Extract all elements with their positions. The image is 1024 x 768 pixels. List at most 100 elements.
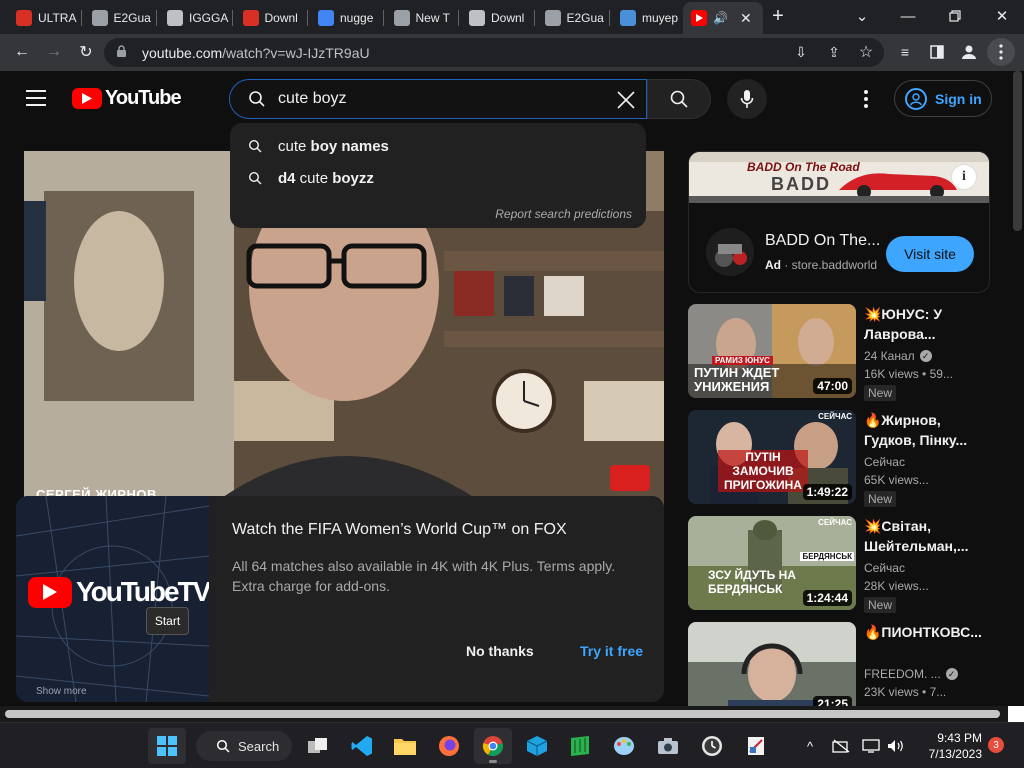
try-it-free-button[interactable]: Try it free bbox=[580, 643, 643, 659]
info-icon[interactable]: i bbox=[951, 164, 977, 190]
channel-name[interactable]: Сейчас bbox=[864, 561, 905, 575]
app-cube-icon[interactable] bbox=[518, 728, 556, 764]
browser-tab[interactable]: Downl bbox=[461, 4, 531, 32]
firefox-icon[interactable] bbox=[430, 728, 468, 764]
media-controls-icon[interactable]: ≡ bbox=[891, 38, 919, 66]
ad-subtitle: Ad · store.baddworld bbox=[765, 258, 877, 272]
share-icon[interactable]: ⇪ bbox=[820, 38, 848, 66]
tab-close-icon[interactable]: ✕ bbox=[740, 10, 752, 27]
clear-search-icon[interactable] bbox=[612, 86, 640, 114]
horizontal-scrollbar[interactable] bbox=[0, 706, 1024, 722]
paint-icon[interactable] bbox=[605, 728, 643, 764]
browser-tab[interactable]: ULTRA bbox=[8, 4, 78, 32]
browser-tab[interactable]: IGGGA bbox=[159, 4, 229, 32]
side-panel-icon[interactable] bbox=[923, 38, 951, 66]
search-box[interactable] bbox=[229, 79, 647, 119]
browser-tab[interactable]: Downl bbox=[235, 4, 305, 32]
settings-more-icon[interactable] bbox=[856, 87, 876, 111]
video-thumbnail[interactable]: РАМИЗ ЮНУС ПУТИН ЖДЕТ УНИЖЕНИЯ 47:00 bbox=[688, 304, 856, 398]
youtube-logo[interactable]: YouTube bbox=[72, 87, 182, 110]
youtube-play-icon bbox=[72, 88, 102, 109]
back-button[interactable]: ← bbox=[8, 38, 36, 66]
video-title[interactable]: 🔥Жирнов, Гудков, Пінку... bbox=[864, 410, 990, 450]
browser-tab-label: Downl bbox=[264, 11, 298, 25]
minimize-button[interactable]: — bbox=[888, 4, 928, 28]
recommendation-item[interactable]: СЕЙЧАС ПУТІН ЗАМОЧИВ ПРИГОЖИНА 1:49:22 🔥… bbox=[688, 410, 1008, 507]
sign-in-button[interactable]: Sign in bbox=[894, 80, 992, 117]
browser-tab[interactable]: muyep bbox=[612, 4, 682, 32]
ad-card[interactable]: BADD On The Road BADD i BADD On The... A… bbox=[688, 151, 990, 293]
search-button[interactable] bbox=[647, 79, 711, 119]
account-icon bbox=[905, 87, 927, 110]
visit-site-button[interactable]: Visit site bbox=[886, 236, 974, 272]
page-scrollbar[interactable] bbox=[1013, 71, 1022, 231]
screenshot-tool-icon[interactable] bbox=[737, 728, 775, 764]
maximize-button[interactable] bbox=[935, 4, 975, 28]
no-thanks-button[interactable]: No thanks bbox=[466, 643, 534, 659]
search-suggestions: cute boy names d4 cute boyzz Report sear… bbox=[230, 123, 646, 228]
video-duration: 47:00 bbox=[813, 378, 852, 394]
taskbar-search[interactable]: Search bbox=[196, 731, 292, 761]
camera-icon[interactable] bbox=[649, 728, 687, 764]
bookmark-star-icon[interactable]: ☆ bbox=[852, 38, 880, 66]
tab-search-icon[interactable]: ⌄ bbox=[842, 4, 882, 28]
m-tab-icon bbox=[242, 10, 259, 26]
report-search-predictions-link[interactable]: Report search predictions bbox=[495, 207, 632, 221]
browser-tab[interactable]: E2Gua bbox=[84, 4, 154, 32]
hamburger-menu-icon[interactable] bbox=[26, 90, 46, 106]
browser-menu-icon[interactable] bbox=[987, 38, 1015, 66]
address-bar[interactable]: youtube.com/watch?v=wJ-IJzTR9aU bbox=[104, 38, 884, 67]
vscode-icon[interactable] bbox=[343, 728, 381, 764]
clock-app-icon[interactable] bbox=[693, 728, 731, 764]
tab-separator bbox=[307, 10, 308, 26]
ad-title[interactable]: BADD On The... bbox=[765, 232, 880, 250]
chrome-icon[interactable] bbox=[474, 728, 512, 764]
file-explorer-icon[interactable] bbox=[386, 728, 424, 764]
video-title[interactable]: 💥Світан, Шейтельман,... bbox=[864, 516, 990, 556]
youtube-tv-logo: YouTubeTV bbox=[28, 576, 209, 608]
task-view-icon[interactable] bbox=[299, 728, 337, 764]
video-thumbnail[interactable]: СЕЙЧАС БЕРДЯНСЬК ЗСУ ЙДУТЬ НА БЕРДЯНСЬК … bbox=[688, 516, 856, 610]
recommendation-item[interactable]: РАМИЗ ЮНУС ПУТИН ЖДЕТ УНИЖЕНИЯ 47:00 💥ЮН… bbox=[688, 304, 1008, 401]
tab-youtube-active[interactable]: 🔊 ✕ bbox=[683, 2, 763, 34]
new-tab-button[interactable]: + bbox=[768, 6, 788, 26]
browser-toolbar: ← → ↻ youtube.com/watch?v=wJ-IJzTR9aU ⇩ … bbox=[0, 34, 1024, 71]
search-input[interactable] bbox=[278, 90, 598, 108]
suggestion-text: cute boy names bbox=[278, 137, 389, 155]
volume-icon[interactable] bbox=[887, 737, 905, 755]
browser-tab[interactable]: nugge bbox=[310, 4, 380, 32]
video-title[interactable]: 🔥ПИОНТКОВС... bbox=[864, 622, 990, 642]
suggestion-item[interactable]: cute boy names bbox=[230, 132, 646, 160]
notification-badge[interactable]: 3 bbox=[988, 737, 1004, 753]
chevron-up-icon[interactable]: ^ bbox=[801, 737, 819, 755]
network-off-icon[interactable] bbox=[832, 737, 850, 755]
browser-tab[interactable]: E2Gua bbox=[537, 4, 607, 32]
voice-search-button[interactable] bbox=[727, 79, 767, 119]
browser-tab[interactable]: New T bbox=[386, 4, 456, 32]
promo-body: All 64 matches also available in 4K with… bbox=[232, 558, 616, 594]
close-window-button[interactable]: ✕ bbox=[982, 4, 1022, 28]
forward-button[interactable]: → bbox=[40, 38, 68, 66]
video-thumbnail[interactable]: СЕЙЧАС ПУТІН ЗАМОЧИВ ПРИГОЖИНА 1:49:22 bbox=[688, 410, 856, 504]
recommendation-item[interactable]: 21:25 🔥ПИОНТКОВС... FREEDOM. ... ✓ 23K vi… bbox=[688, 622, 1008, 716]
speaker-icon[interactable]: 🔊 bbox=[713, 11, 728, 25]
channel-name[interactable]: Сейчас bbox=[864, 455, 905, 469]
ad-banner-logo: BADD bbox=[771, 174, 831, 194]
channel-name[interactable]: FREEDOM. ... ✓ bbox=[864, 667, 958, 681]
video-thumbnail[interactable]: 21:25 bbox=[688, 622, 856, 716]
video-title[interactable]: 💥ЮНУС: У Лаврова... bbox=[864, 304, 990, 344]
ad-banner[interactable]: BADD On The Road BADD i bbox=[689, 152, 989, 203]
install-icon[interactable]: ⇩ bbox=[787, 38, 815, 66]
suggestion-item[interactable]: d4 cute boyzz bbox=[230, 164, 646, 192]
start-tooltip: Start bbox=[146, 607, 189, 635]
system-clock[interactable]: 9:43 PM 7/13/2023 bbox=[912, 730, 982, 762]
channel-name[interactable]: 24 Канал ✓ bbox=[864, 349, 932, 363]
recommendation-item[interactable]: СЕЙЧАС БЕРДЯНСЬК ЗСУ ЙДУТЬ НА БЕРДЯНСЬК … bbox=[688, 516, 1008, 613]
display-icon[interactable] bbox=[862, 737, 880, 755]
reload-button[interactable]: ↻ bbox=[72, 38, 100, 66]
profile-icon[interactable] bbox=[955, 38, 983, 66]
tab-separator bbox=[609, 10, 610, 26]
horizontal-scroll-thumb[interactable] bbox=[5, 710, 1000, 718]
start-button[interactable] bbox=[148, 728, 186, 764]
sheets-app-icon[interactable] bbox=[561, 728, 599, 764]
